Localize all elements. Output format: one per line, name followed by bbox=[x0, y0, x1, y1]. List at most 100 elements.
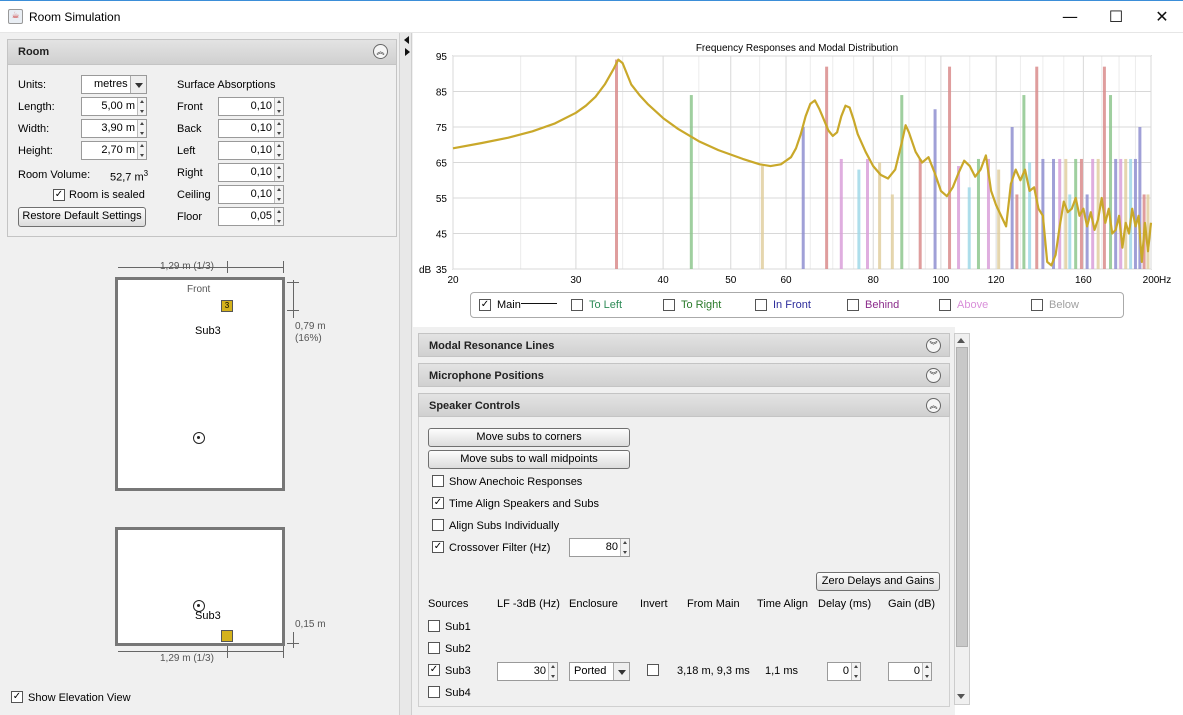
spinner-arrows-icon[interactable] bbox=[548, 663, 557, 680]
source-name: Sub3 bbox=[445, 665, 471, 677]
move-subs-to-midpoints-button[interactable]: Move subs to wall midpoints bbox=[428, 450, 630, 469]
gain-spinner[interactable]: 0 bbox=[888, 662, 932, 681]
lf-spinner[interactable]: 30 bbox=[497, 662, 558, 681]
move-subs-to-corners-button[interactable]: Move subs to corners bbox=[428, 428, 630, 447]
column-header-1: LF -3dB (Hz) bbox=[497, 598, 560, 610]
collapse-up-icon[interactable]: ︽ bbox=[926, 398, 941, 413]
microphone-icon[interactable] bbox=[193, 432, 205, 444]
absorption-spinner-floor[interactable]: 0,05 bbox=[218, 207, 284, 226]
expand-down-icon[interactable]: ︾ bbox=[926, 338, 941, 353]
delay-spinner[interactable]: 0 bbox=[827, 662, 861, 681]
modal-line bbox=[1022, 95, 1026, 269]
invert-checkbox[interactable] bbox=[647, 664, 659, 676]
legend-checkbox[interactable] bbox=[939, 299, 951, 311]
plan-y-dim-line bbox=[293, 280, 294, 318]
spinner-arrows-icon[interactable] bbox=[851, 663, 860, 680]
spinner-arrows-icon[interactable] bbox=[274, 208, 283, 225]
legend-checkbox[interactable] bbox=[571, 299, 583, 311]
absorption-spinner-ceiling[interactable]: 0,10 bbox=[218, 185, 284, 204]
sub3-marker[interactable]: 3 bbox=[221, 300, 233, 312]
legend-label: Above bbox=[957, 299, 989, 311]
scroll-down-icon[interactable] bbox=[957, 694, 965, 699]
modal-line bbox=[1035, 66, 1039, 270]
frequency-response-chart[interactable]: Frequency Responses and Modal Distributi… bbox=[413, 36, 1183, 286]
scrollbar-thumb[interactable] bbox=[956, 347, 968, 647]
spinner-arrows-icon[interactable] bbox=[274, 164, 283, 181]
time-align-checkbox[interactable]: ✓ bbox=[432, 497, 444, 509]
mic-positions-section-header[interactable]: Microphone Positions ︾ bbox=[418, 363, 950, 387]
source-checkbox-sub1[interactable] bbox=[428, 620, 440, 632]
room-sealed-checkbox[interactable]: ✓ bbox=[53, 189, 65, 201]
x-tick-label: 60 bbox=[780, 275, 792, 286]
spinner-arrows-icon[interactable] bbox=[137, 98, 146, 115]
absorption-spinner-front[interactable]: 0,10 bbox=[218, 97, 284, 116]
plan-x-dim-tick bbox=[227, 261, 228, 273]
source-checkbox-sub3[interactable]: ✓ bbox=[428, 664, 440, 676]
mic-positions-section-title: Microphone Positions bbox=[429, 370, 544, 382]
enclosure-select[interactable]: Ported bbox=[569, 662, 630, 681]
anechoic-checkbox[interactable] bbox=[432, 475, 444, 487]
spinner-arrows-icon[interactable] bbox=[274, 186, 283, 203]
chevron-down-icon[interactable] bbox=[130, 76, 146, 93]
units-label: Units: bbox=[18, 79, 47, 91]
width-spinner[interactable]: 3,90 m bbox=[81, 119, 147, 138]
modal-lines-section-title: Modal Resonance Lines bbox=[429, 340, 555, 352]
source-name: Sub2 bbox=[445, 643, 471, 655]
width-label: Width: bbox=[18, 123, 50, 135]
spinner-arrows-icon[interactable] bbox=[274, 98, 283, 115]
absorption-value: 0,10 bbox=[250, 100, 272, 112]
align-individually-checkbox[interactable] bbox=[432, 519, 444, 531]
restore-defaults-button[interactable]: Restore Default Settings bbox=[18, 207, 146, 227]
room-volume-unit-sup: 3 bbox=[143, 169, 149, 178]
minimize-button[interactable]: — bbox=[1047, 1, 1093, 33]
spinner-arrows-icon[interactable] bbox=[620, 539, 629, 556]
absorption-spinner-back[interactable]: 0,10 bbox=[218, 119, 284, 138]
length-spinner[interactable]: 5,00 m bbox=[81, 97, 147, 116]
absorption-label-back: Back bbox=[177, 123, 202, 135]
maximize-button[interactable]: ☐ bbox=[1093, 1, 1139, 33]
room-plan-view[interactable] bbox=[115, 277, 285, 491]
units-select[interactable]: metres bbox=[81, 75, 147, 94]
room-panel-header[interactable]: Room ︽ bbox=[8, 40, 396, 65]
legend-checkbox[interactable] bbox=[755, 299, 767, 311]
source-checkbox-sub2[interactable] bbox=[428, 642, 440, 654]
spinner-arrows-icon[interactable] bbox=[137, 142, 146, 159]
scroll-up-icon[interactable] bbox=[957, 338, 965, 343]
absorption-value: 0,10 bbox=[250, 188, 272, 200]
modal-line bbox=[878, 162, 882, 269]
legend-checkbox[interactable] bbox=[847, 299, 859, 311]
collapse-up-icon[interactable]: ︽ bbox=[373, 44, 388, 59]
show-elevation-checkbox[interactable]: ✓ bbox=[11, 691, 23, 703]
spinner-arrows-icon[interactable] bbox=[922, 663, 931, 680]
expand-down-icon[interactable]: ︾ bbox=[926, 368, 941, 383]
absorption-label-left: Left bbox=[177, 145, 196, 157]
absorption-spinner-left[interactable]: 0,10 bbox=[218, 141, 284, 160]
splitter-left-arrow-icon[interactable] bbox=[404, 36, 409, 44]
source-checkbox-sub4[interactable] bbox=[428, 686, 440, 698]
legend-checkbox[interactable]: ✓ bbox=[479, 299, 491, 311]
modal-lines-section-header[interactable]: Modal Resonance Lines ︾ bbox=[418, 333, 950, 357]
absorption-value: 0,10 bbox=[250, 166, 272, 178]
spinner-arrows-icon[interactable] bbox=[137, 120, 146, 137]
room-elevation-view[interactable] bbox=[115, 527, 285, 646]
source-name: Sub1 bbox=[445, 621, 471, 633]
sub3-elevation-marker[interactable] bbox=[221, 630, 233, 642]
height-spinner[interactable]: 2,70 m bbox=[81, 141, 147, 160]
speaker-controls-section-header[interactable]: Speaker Controls ︽ bbox=[418, 393, 950, 417]
modal-line bbox=[1133, 158, 1137, 269]
crossover-checkbox[interactable]: ✓ bbox=[432, 541, 444, 553]
splitter-right-arrow-icon[interactable] bbox=[405, 48, 410, 56]
legend-checkbox[interactable] bbox=[1031, 299, 1043, 311]
splitter[interactable] bbox=[400, 33, 412, 715]
spinner-arrows-icon[interactable] bbox=[274, 142, 283, 159]
chevron-down-icon[interactable] bbox=[613, 663, 629, 680]
x-tick-label: 40 bbox=[658, 275, 670, 286]
spinner-arrows-icon[interactable] bbox=[274, 120, 283, 137]
chart-title: Frequency Responses and Modal Distributi… bbox=[696, 43, 898, 54]
chart-legend: ✓ Main To Left To Right In Front Behind Above B… bbox=[470, 292, 1124, 318]
close-button[interactable]: ✕ bbox=[1139, 1, 1183, 33]
zero-delays-gains-button[interactable]: Zero Delays and Gains bbox=[816, 572, 940, 591]
legend-checkbox[interactable] bbox=[663, 299, 675, 311]
crossover-spinner[interactable]: 80 bbox=[569, 538, 630, 557]
absorption-spinner-right[interactable]: 0,10 bbox=[218, 163, 284, 182]
